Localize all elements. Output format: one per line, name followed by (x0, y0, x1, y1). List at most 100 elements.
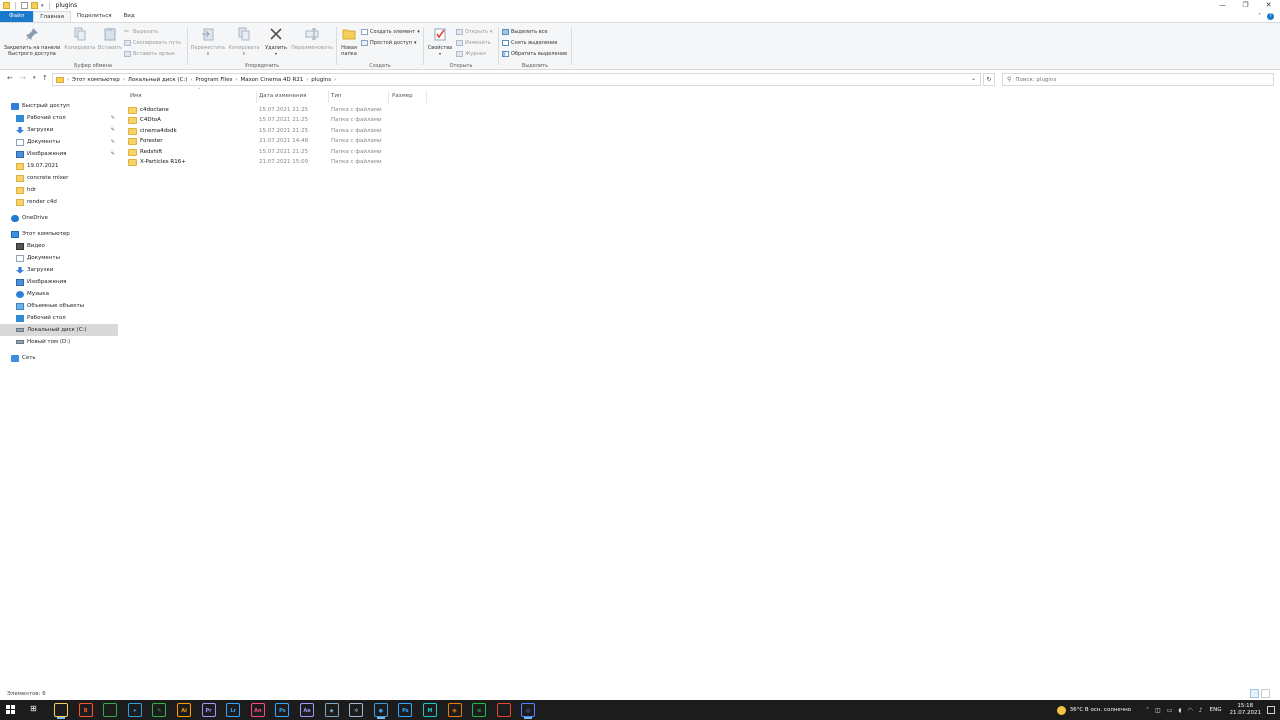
nav-item[interactable]: Видео (0, 240, 118, 252)
nav-item[interactable]: Новый том (D:) (0, 336, 118, 348)
delete-button[interactable]: Удалить ▾ (263, 27, 289, 57)
column-divider[interactable] (328, 91, 329, 103)
details-view-button[interactable] (1250, 689, 1259, 698)
breadcrumb-maxon[interactable]: Maxon Cinema 4D R21 (240, 77, 303, 83)
wifi-icon[interactable]: ◠ (1188, 707, 1193, 714)
network-tray-icon[interactable]: ◫ (1155, 707, 1161, 714)
breadcrumb-this-pc[interactable]: Этот компьютер (72, 77, 120, 83)
edit-button[interactable]: Изменить (456, 40, 491, 46)
taskbar-app-photoshop-2[interactable]: Ps (398, 703, 413, 717)
taskbar-app-premiere[interactable]: Pr (201, 703, 216, 717)
up-button[interactable]: ↑ (42, 74, 48, 82)
breadcrumb-separator[interactable]: › (123, 77, 125, 83)
nav-item[interactable]: concrete mixer (0, 172, 118, 184)
file-row[interactable]: cinema4dsdk 15.07.2021 21:25 Папка с файла… (126, 127, 506, 137)
minimize-button[interactable]: — (1211, 0, 1234, 11)
breadcrumb-separator[interactable]: › (306, 77, 308, 83)
weather-text[interactable]: 36°C В осн. солнечно (1070, 707, 1131, 713)
new-folder-button[interactable]: Новая папка (338, 27, 360, 57)
maximize-button[interactable]: ❐ (1234, 0, 1257, 11)
tab-share[interactable]: Поделиться (71, 11, 118, 22)
nav-item[interactable]: Быстрый доступ (0, 100, 118, 112)
clock[interactable]: 15:18 21.07.2021 (1230, 703, 1262, 717)
tab-file[interactable]: Файл (0, 11, 34, 22)
nav-item[interactable]: Сеть (0, 352, 118, 364)
copy-button[interactable]: Копировать (63, 27, 97, 51)
nav-item[interactable]: Объемные объекты (0, 300, 118, 312)
nav-item[interactable]: Рабочий стол ✎ (0, 112, 118, 124)
large-icons-view-button[interactable] (1261, 689, 1270, 698)
taskbar-app-lightroom[interactable]: Lr (226, 703, 241, 717)
nav-item[interactable]: Загрузки (0, 264, 118, 276)
nav-item[interactable]: hdr (0, 184, 118, 196)
nav-item[interactable]: Изображения ✎ (0, 148, 118, 160)
recent-locations-button[interactable]: ▾ (33, 75, 36, 81)
search-box[interactable]: ⚲ (1002, 73, 1274, 86)
column-header-name[interactable]: Имя ˄ (130, 88, 258, 103)
taskbar-app-after-effects[interactable]: Ae (300, 703, 314, 717)
taskbar-app-illustrator[interactable]: Ai (177, 703, 191, 717)
copy-to-button[interactable]: Копировать в (226, 27, 262, 57)
taskbar-app-app-blue[interactable]: ● (373, 703, 388, 719)
address-dropdown-icon[interactable]: ⌄ (971, 75, 976, 82)
rename-button[interactable]: Переименовать (289, 27, 335, 51)
weather-sun-icon[interactable] (1056, 705, 1066, 715)
task-view-icon[interactable]: ⊞ (30, 704, 37, 713)
file-row[interactable]: Forester 21.07.2021 14:48 Папка с файлами (126, 137, 506, 147)
taskbar-app-app-green[interactable]: ✎ (152, 703, 167, 717)
paste-button[interactable]: Вставить (97, 27, 123, 51)
column-divider[interactable] (388, 91, 389, 103)
nav-item[interactable]: OneDrive (0, 212, 118, 224)
taskbar-app-app-m[interactable]: M (423, 703, 437, 717)
breadcrumb-program-files[interactable]: Program Files (195, 77, 232, 83)
nav-item[interactable]: 19.07.2021 (0, 160, 118, 172)
nav-item[interactable]: Изображения (0, 276, 118, 288)
search-input[interactable] (1015, 76, 1256, 83)
tab-home[interactable]: Главная (33, 11, 71, 22)
column-divider[interactable] (426, 91, 427, 103)
nav-item[interactable]: Этот компьютер (0, 228, 118, 240)
taskbar-app-file-explorer[interactable] (54, 703, 68, 719)
column-header-size[interactable]: Размер (392, 93, 428, 103)
speaker-icon[interactable]: ◖ (1178, 707, 1181, 714)
taskbar-app-cinema4d[interactable]: ◎ (521, 703, 536, 719)
taskbar-app-animate[interactable]: An (250, 703, 265, 717)
breadcrumb-separator[interactable]: › (190, 77, 192, 83)
nav-item[interactable]: Загрузки ✎ (0, 124, 118, 136)
move-to-button[interactable]: Переместить в (189, 27, 227, 57)
close-button[interactable]: ✕ (1257, 0, 1280, 11)
column-divider[interactable] (256, 91, 257, 103)
breadcrumb-separator[interactable]: › (67, 77, 69, 83)
tray-app-icon[interactable]: ▭ (1167, 707, 1173, 714)
breadcrumb-local-disk[interactable]: Локальный диск (C:) (128, 77, 188, 83)
refresh-button[interactable]: ↻ (983, 73, 995, 86)
file-row[interactable]: c4doctane 15.07.2021 21:25 Папка с файлами (126, 106, 506, 116)
select-none-button[interactable]: Снять выделение (502, 40, 558, 46)
easy-access-button[interactable]: Простой доступ ▾ (361, 40, 416, 46)
start-button[interactable] (6, 705, 16, 715)
pin-quick-access-button[interactable]: Закрепить на панели быстрого доступа (2, 27, 62, 57)
paste-shortcut-button[interactable]: Вставить ярлык (124, 51, 175, 57)
volume-icon[interactable]: ♪ (1199, 707, 1203, 714)
taskbar-app-brave[interactable]: B (78, 703, 93, 717)
file-row[interactable]: C4DtoA 15.07.2021 21:25 Папка с файлами (126, 116, 506, 126)
language-indicator[interactable]: ENG (1210, 707, 1222, 713)
taskbar-app-telegram[interactable]: ➤ (127, 703, 142, 717)
tab-view[interactable]: Вид (118, 11, 141, 22)
taskbar-app-chrome-2[interactable] (496, 703, 511, 717)
open-button[interactable]: Открыть ▾ (456, 29, 492, 35)
file-row[interactable]: X-Particles R16+ 21.07.2021 15:09 Папка с … (126, 158, 506, 168)
nav-item[interactable]: Локальный диск (C:) (0, 324, 118, 336)
taskbar-app-photoshop[interactable]: Ps (275, 703, 290, 717)
taskbar-app-chrome[interactable] (103, 703, 118, 717)
nav-item[interactable]: render c4d (0, 196, 118, 208)
nav-item[interactable]: Документы (0, 252, 118, 264)
new-item-button[interactable]: Создать элемент ▾ (361, 29, 420, 35)
column-header-date[interactable]: Дата изменения (259, 93, 329, 103)
new-folder-quick-icon[interactable] (31, 2, 38, 9)
show-hidden-icons-icon[interactable]: ˄ (1146, 707, 1149, 714)
copy-path-button[interactable]: Скопировать путь (124, 40, 181, 46)
notifications-icon[interactable] (1267, 706, 1275, 714)
breadcrumb-separator[interactable]: › (334, 77, 336, 83)
help-icon[interactable]: ? (1267, 13, 1274, 20)
